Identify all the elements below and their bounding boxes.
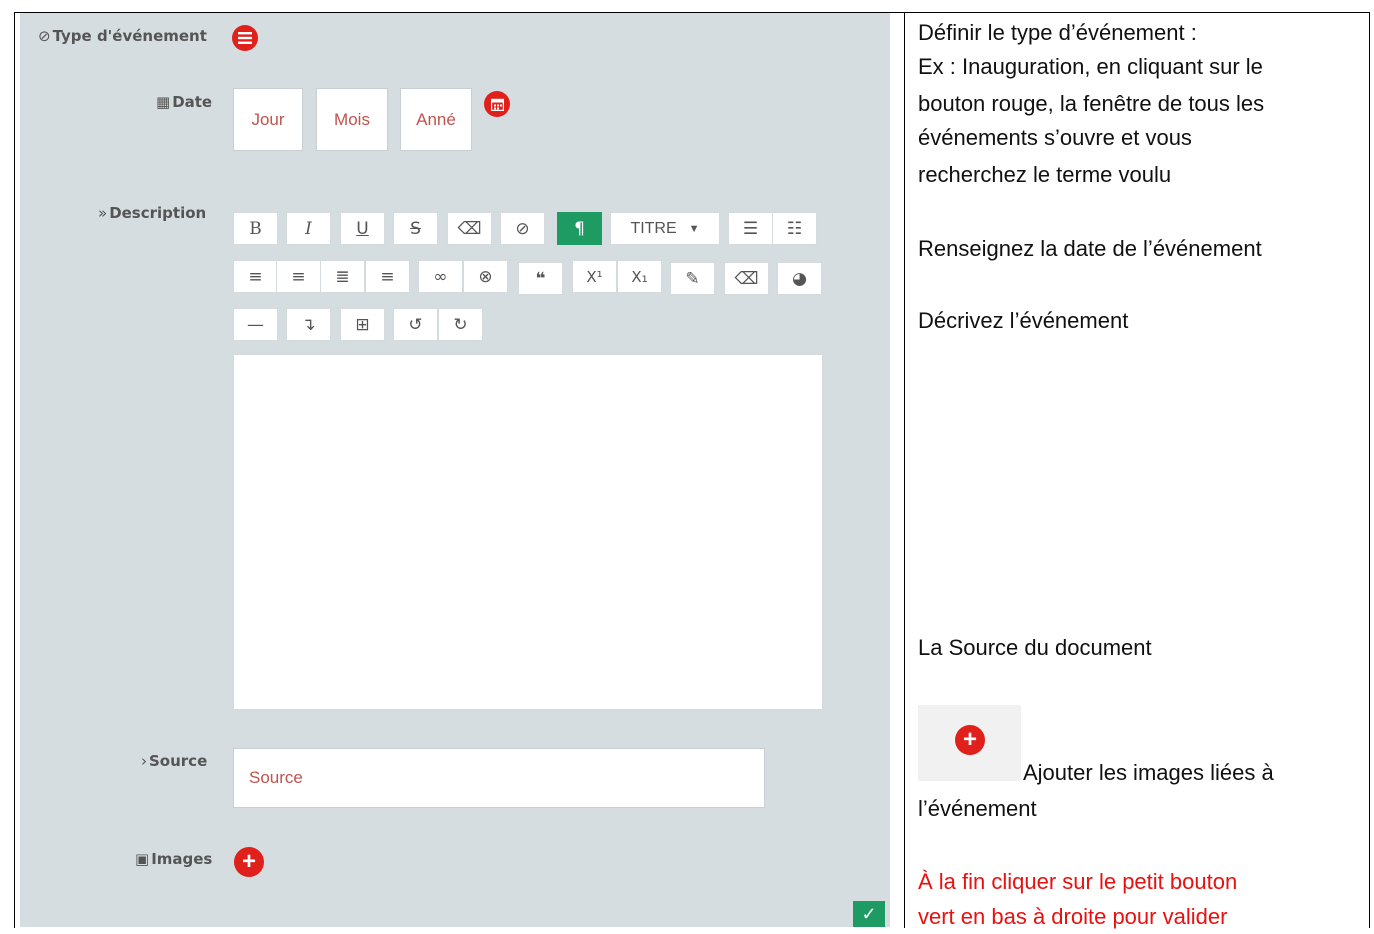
eraser-button[interactable]: ⌫ bbox=[724, 262, 769, 295]
paragraph-button[interactable]: ¶ bbox=[557, 212, 602, 245]
undo-button[interactable]: ↺ bbox=[393, 308, 438, 341]
color-palette-button[interactable]: ◕ bbox=[777, 262, 822, 295]
superscript-icon: X¹ bbox=[586, 267, 603, 286]
subscript-icon: X₁ bbox=[631, 267, 648, 286]
align-justify-button[interactable]: ≣ bbox=[320, 260, 365, 293]
double-chevron-icon: » bbox=[98, 204, 108, 222]
line-break-button[interactable]: ↴ bbox=[286, 308, 331, 341]
add-image-button[interactable]: + bbox=[234, 847, 264, 877]
add-image-sample: + bbox=[918, 705, 1021, 781]
link-button[interactable]: ∞ bbox=[418, 260, 463, 293]
highlighter-icon: ✎ bbox=[685, 268, 700, 289]
eraser-icon: ⌫ bbox=[734, 268, 759, 289]
italic-button[interactable]: I bbox=[286, 212, 331, 245]
description-editor[interactable] bbox=[233, 354, 823, 710]
palette-icon: ◕ bbox=[792, 268, 807, 289]
date-month-input[interactable]: Mois bbox=[316, 88, 388, 151]
ban-icon: ⊘ bbox=[515, 218, 530, 239]
redo-icon: ↻ bbox=[453, 314, 468, 335]
clear-format-button[interactable]: ⌫ bbox=[447, 212, 492, 245]
date-label: ▦ Date bbox=[156, 93, 213, 111]
images-instruction-line-1: Ajouter les images liées à bbox=[1023, 760, 1274, 785]
eraser-icon: ⌫ bbox=[457, 218, 482, 239]
type-instruction-line-1: Définir le type d’événement : bbox=[918, 20, 1197, 45]
images-instruction-line-2: l’événement bbox=[918, 796, 1037, 821]
italic-icon: I bbox=[305, 218, 312, 239]
event-form-panel: ⊘ Type d'événement ▦ Date Jour Mois Anné »… bbox=[20, 13, 890, 927]
type-instruction-line-2: Ex : Inauguration, en cliquant sur le bbox=[918, 54, 1263, 79]
source-label: › Source bbox=[141, 752, 208, 770]
horizontal-rule-icon: — bbox=[247, 314, 264, 335]
bold-button[interactable]: B bbox=[233, 212, 278, 245]
date-year-input[interactable]: Anné bbox=[400, 88, 472, 151]
date-picker-button[interactable] bbox=[484, 91, 510, 117]
list-icon bbox=[238, 32, 252, 44]
link-icon: ∞ bbox=[433, 266, 448, 287]
chevron-right-icon: › bbox=[141, 752, 147, 770]
underline-button[interactable]: U bbox=[340, 212, 385, 245]
date-instruction: Renseignez la date de l’événement bbox=[918, 236, 1262, 261]
table-button[interactable]: ⊞ bbox=[340, 308, 385, 341]
remove-format-button[interactable]: ⊘ bbox=[500, 212, 545, 245]
heading-dropdown[interactable]: TITRE ▼ bbox=[610, 212, 720, 245]
check-icon: ✓ bbox=[861, 903, 877, 924]
type-instruction-line-5: recherchez le terme voulu bbox=[918, 162, 1172, 187]
final-instruction-line-1: À la fin cliquer sur le petit bouton bbox=[918, 869, 1238, 894]
link-icon: ⊘ bbox=[38, 27, 51, 45]
horizontal-rule-button[interactable]: — bbox=[233, 308, 278, 341]
caret-down-icon: ▼ bbox=[688, 222, 700, 235]
event-type-label: ⊘ Type d'événement bbox=[38, 27, 207, 45]
numbered-list-icon: ☷ bbox=[786, 218, 803, 239]
event-type-list-button[interactable] bbox=[232, 25, 258, 51]
final-instruction-line-2: vert en bas à droite pour valider bbox=[918, 904, 1228, 929]
calendar-icon: ▦ bbox=[156, 93, 171, 111]
bullet-list-icon: ☰ bbox=[742, 218, 759, 239]
align-left-icon: ≡ bbox=[248, 266, 263, 287]
images-label: ▣ Images bbox=[135, 850, 213, 868]
image-icon: ▣ bbox=[135, 850, 150, 868]
underline-icon: U bbox=[356, 218, 369, 239]
highlight-button[interactable]: ✎ bbox=[670, 262, 715, 295]
superscript-button[interactable]: X¹ bbox=[572, 260, 617, 293]
align-right-button[interactable]: ≡ bbox=[365, 260, 410, 293]
subscript-button[interactable]: X₁ bbox=[617, 260, 662, 293]
date-day-input[interactable]: Jour bbox=[233, 88, 303, 151]
table-border-right bbox=[1369, 13, 1370, 928]
align-left-button[interactable]: ≡ bbox=[233, 260, 278, 293]
description-instruction: Décrivez l’événement bbox=[918, 308, 1129, 333]
quote-icon: ❝ bbox=[535, 268, 546, 289]
strikethrough-icon: S bbox=[410, 218, 421, 239]
table-icon: ⊞ bbox=[355, 314, 370, 335]
source-input[interactable]: Source bbox=[233, 748, 765, 808]
description-label: » Description bbox=[98, 204, 207, 222]
bullet-list-button[interactable]: ☰ bbox=[728, 212, 773, 245]
align-center-button[interactable]: ≡ bbox=[276, 260, 321, 293]
type-instruction-line-4: événements s’ouvre et vous bbox=[918, 125, 1192, 150]
unlink-icon: ⊗ bbox=[478, 266, 493, 287]
table-border-left bbox=[14, 13, 15, 928]
quote-button[interactable]: ❝ bbox=[518, 262, 563, 295]
align-center-icon: ≡ bbox=[291, 266, 306, 287]
align-right-icon: ≡ bbox=[380, 266, 395, 287]
unlink-button[interactable]: ⊗ bbox=[463, 260, 508, 293]
undo-icon: ↺ bbox=[408, 314, 423, 335]
strikethrough-button[interactable]: S bbox=[393, 212, 438, 245]
source-instruction: La Source du document bbox=[918, 635, 1152, 660]
validate-button[interactable]: ✓ bbox=[853, 901, 885, 927]
plus-icon: + bbox=[241, 848, 256, 875]
paragraph-icon: ¶ bbox=[574, 218, 585, 239]
align-justify-icon: ≣ bbox=[335, 266, 350, 287]
numbered-list-button[interactable]: ☷ bbox=[772, 212, 817, 245]
line-break-icon: ↴ bbox=[301, 314, 316, 335]
table-border-middle bbox=[904, 13, 905, 928]
bold-icon: B bbox=[249, 218, 262, 239]
redo-button[interactable]: ↻ bbox=[438, 308, 483, 341]
type-instruction-line-3: bouton rouge, la fenêtre de tous les bbox=[918, 91, 1265, 116]
calendar-icon bbox=[490, 98, 504, 111]
plus-icon: + bbox=[955, 725, 985, 755]
